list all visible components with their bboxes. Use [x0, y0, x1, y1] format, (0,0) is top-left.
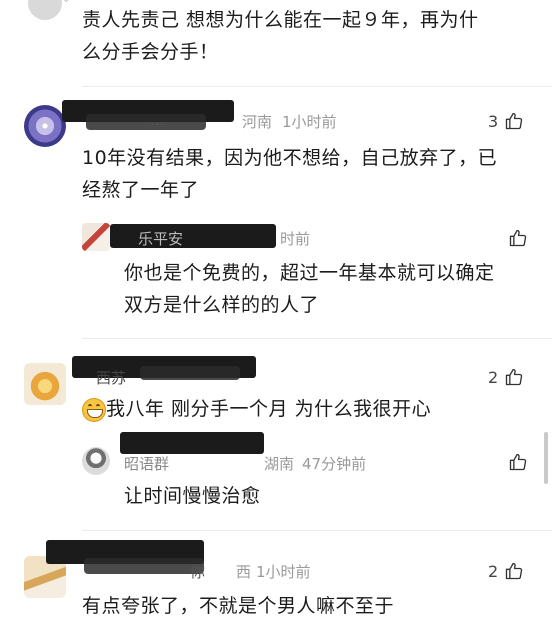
scrollbar[interactable]: [544, 432, 548, 484]
like-button[interactable]: [508, 452, 528, 472]
like-button[interactable]: 2: [488, 367, 524, 387]
like-button[interactable]: 3: [488, 111, 524, 131]
avatar[interactable]: [28, 0, 62, 20]
username[interactable]: 西苏: [96, 367, 126, 388]
avatar[interactable]: [82, 447, 110, 475]
like-count: 2: [488, 561, 499, 581]
thumbs-up-icon: [509, 229, 527, 247]
username[interactable]: 你: [190, 561, 205, 582]
like-button[interactable]: [508, 228, 528, 248]
comment-text: 责人先责己 想想为什么能在一起９年，再为什: [82, 9, 479, 31]
like-count: 3: [488, 111, 499, 131]
username-redaction: [84, 558, 204, 574]
reply-text: 双方是什么样的的人了: [124, 294, 320, 316]
grin-emoji-icon: [82, 398, 106, 422]
avatar[interactable]: [24, 363, 66, 405]
thumbs-up-icon: [506, 562, 523, 580]
collapsed-indicator: ⌄: [62, 0, 70, 5]
avatar[interactable]: [24, 105, 66, 147]
thumbs-up-icon: [506, 368, 523, 386]
comment-time: 47分钟前: [302, 455, 367, 473]
thumbs-up-icon: [509, 453, 527, 471]
thumbs-up-icon: [506, 112, 523, 130]
comment-location: 河南: [242, 113, 273, 131]
comment-time: 时前: [280, 230, 311, 248]
comment-text: 10年没有结果，因为他不想给，自己放弃了，已: [82, 147, 498, 169]
comment-time: 1小时前: [282, 113, 337, 131]
divider: [82, 530, 552, 531]
username[interactable]: 乐平安: [138, 228, 183, 249]
comment-text: 有点夸张了，不就是个男人嘛不至于: [82, 595, 395, 617]
comment-text: 么分手会分手！: [82, 41, 219, 63]
username-redaction: [110, 224, 276, 248]
reply-text: 让时间慢慢治愈: [124, 485, 261, 507]
comment-text: 我八年 刚分手一个月 为什么我很开心: [106, 398, 432, 420]
username[interactable]: ...: [150, 111, 210, 129]
username[interactable]: 昭语群: [124, 453, 169, 474]
comment-time: 1小时前: [256, 563, 311, 581]
like-button[interactable]: 2: [488, 561, 524, 581]
comment-text: 经熬了一年了: [82, 179, 200, 201]
comment-location: 湖南: [264, 455, 295, 473]
username-redaction: [140, 366, 240, 380]
divider: [82, 338, 552, 339]
divider: [82, 86, 552, 87]
avatar[interactable]: [82, 223, 110, 251]
comment-location: 西: [236, 563, 252, 581]
reply-text: 你也是个免费的，超过一年基本就可以确定: [124, 262, 495, 284]
username-redaction: [120, 432, 264, 454]
like-count: 2: [488, 367, 499, 387]
